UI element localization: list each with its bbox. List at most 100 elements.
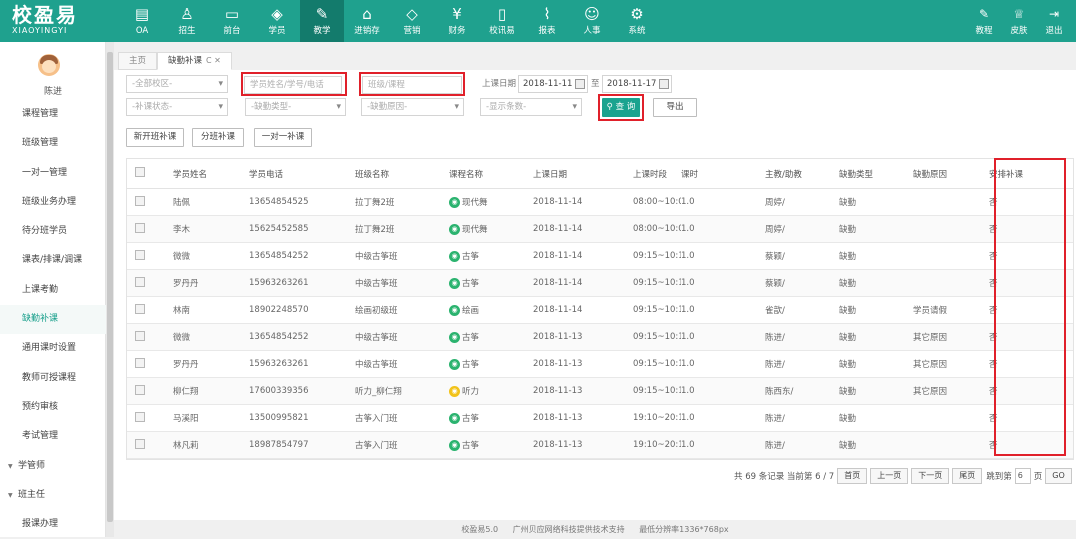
table-row[interactable]: 罗丹丹 15963263261 中级古筝班 ◉ 古筝 2018-11-14 09:15~10… xyxy=(127,270,1073,297)
last-page-button[interactable]: 尾页 xyxy=(952,468,983,484)
prev-page-button[interactable]: 上一页 xyxy=(870,468,909,484)
makeup-status-select[interactable]: -补课状态- xyxy=(126,98,228,116)
nav-item-8[interactable]: ▯ 校讯易 xyxy=(480,0,524,42)
tab-home[interactable]: 主页 xyxy=(118,52,158,70)
table-row[interactable]: 柳仁翔 17600339356 听力_柳仁翔 ◉ 听力 2018-11-13 09:15~1… xyxy=(127,378,1073,405)
row-checkbox[interactable] xyxy=(135,222,145,233)
row-checkbox[interactable] xyxy=(135,276,145,287)
avatar[interactable] xyxy=(38,54,60,76)
campus-select[interactable]: -全部校区- xyxy=(126,75,228,93)
column-header[interactable]: 缺勤原因 xyxy=(913,168,989,180)
brand-logo: 校盈易 XIAOYINGYI xyxy=(12,4,112,38)
row-checkbox[interactable] xyxy=(135,249,145,260)
nav-item-11[interactable]: ⚙ 系统 xyxy=(615,0,659,42)
nav-item-6[interactable]: ◇ 营销 xyxy=(390,0,434,42)
nav-item-2[interactable]: ▭ 前台 xyxy=(210,0,254,42)
sidebar-item-2[interactable]: 一对一管理 xyxy=(0,159,106,188)
split-class-makeup-button[interactable]: 分班补课 xyxy=(192,128,244,147)
nav-item-3[interactable]: ◈ 学员 xyxy=(255,0,299,42)
sidebar-item-3[interactable]: 班级业务办理 xyxy=(0,188,106,217)
nav-item-1[interactable]: ♙ 招生 xyxy=(165,0,209,42)
table-row[interactable]: 马溪阳 13500995821 古筝入门班 ◉ 古筝 2018-11-13 19:10~20… xyxy=(127,405,1073,432)
first-page-button[interactable]: 首页 xyxy=(837,468,868,484)
column-header[interactable]: 学员姓名 xyxy=(173,168,249,180)
row-checkbox[interactable] xyxy=(135,411,145,422)
utility-item-1[interactable]: ♕ 皮肤 xyxy=(1002,0,1036,42)
nav-item-5[interactable]: ⌂ 进销存 xyxy=(345,0,389,42)
next-page-button[interactable]: 下一页 xyxy=(911,468,950,484)
table-row[interactable]: 林南 18902248570 绘画初级班 ◉ 绘画 2018-11-14 09:15~10:… xyxy=(127,297,1073,324)
calendar-icon[interactable] xyxy=(575,79,585,89)
scrollbar-thumb[interactable] xyxy=(107,52,113,522)
sidebar-item-4[interactable]: 待分班学员 xyxy=(0,217,106,246)
date-to-input[interactable]: 2018-11-17 xyxy=(602,75,672,93)
absence-reason-select[interactable]: -缺勤原因- xyxy=(361,98,464,116)
cell-class: 拉丁舞2班 xyxy=(355,198,395,208)
select-all-checkbox[interactable] xyxy=(135,167,145,177)
sidebar-item-0[interactable]: 课程管理 xyxy=(0,100,106,129)
column-header[interactable]: 课程名称 xyxy=(449,168,533,180)
column-header[interactable]: 学员电话 xyxy=(249,168,355,180)
column-header[interactable]: 上课日期 xyxy=(533,168,633,180)
nav-label: 校讯易 xyxy=(489,25,515,36)
table-row[interactable]: 微微 13654854252 中级古筝班 ◉ 古筝 2018-11-14 09:15~10:… xyxy=(127,243,1073,270)
column-header[interactable]: 班级名称 xyxy=(355,168,449,180)
page-size-select[interactable]: -显示条数- xyxy=(480,98,582,116)
table-row[interactable]: 林凡莉 18987854797 古筝入门班 ◉ 古筝 2018-11-13 19:10~20… xyxy=(127,432,1073,459)
tab-absence-makeup[interactable]: 缺勤补课 C ✕ xyxy=(157,52,232,70)
sidebar-item-label: 课程管理 xyxy=(22,109,59,119)
row-checkbox[interactable] xyxy=(135,384,145,395)
table-row[interactable]: 微微 13654854252 中级古筝班 ◉ 古筝 2018-11-13 09:15~10:… xyxy=(127,324,1073,351)
student-search-input[interactable] xyxy=(244,76,342,94)
column-header[interactable]: 课时 xyxy=(681,168,765,180)
column-header[interactable]: 缺勤类型 xyxy=(839,168,913,180)
sidebar-item-5[interactable]: 课表/排课/调课 xyxy=(0,246,106,275)
utility-item-2[interactable]: ⇥ 退出 xyxy=(1037,0,1071,42)
page-jump-input[interactable]: 6 xyxy=(1014,468,1031,484)
table-row[interactable]: 李木 15625452585 拉丁舞2班 ◉ 现代舞 2018-11-14 08:00~10… xyxy=(127,216,1073,243)
table-row[interactable]: 罗丹丹 15963263261 中级古筝班 ◉ 古筝 2018-11-13 09:15~10… xyxy=(127,351,1073,378)
table-row[interactable]: 陆佩 13654854525 拉丁舞2班 ◉ 现代舞 2018-11-14 08:00~10… xyxy=(127,189,1073,216)
cell-phone: 13500995821 xyxy=(249,413,309,423)
go-button[interactable]: GO xyxy=(1045,468,1072,484)
class-search-input[interactable] xyxy=(362,76,462,94)
brand-name-en: XIAOYINGYI xyxy=(12,26,68,35)
sidebar-item-12[interactable]: ▼ 学管师 xyxy=(0,452,106,481)
cell-time: 09:15~10:15 xyxy=(633,332,681,342)
sidebar-item-10[interactable]: 预约审核 xyxy=(0,393,106,422)
row-checkbox[interactable] xyxy=(135,357,145,368)
sidebar-item-9[interactable]: 教师可授课程 xyxy=(0,364,106,393)
sidebar-item-14[interactable]: 报课办理 xyxy=(0,510,106,539)
row-checkbox[interactable] xyxy=(135,438,145,449)
utility-item-0[interactable]: ✎ 教程 xyxy=(967,0,1001,42)
sidebar-item-6[interactable]: 上课考勤 xyxy=(0,276,106,305)
calendar-icon[interactable] xyxy=(659,79,669,89)
sidebar-item-1[interactable]: 班级管理 xyxy=(0,129,106,158)
nav-item-4[interactable]: ✎ 教学 xyxy=(300,0,344,42)
search-button[interactable]: ⚲ 查 询 xyxy=(602,98,640,117)
nav-item-7[interactable]: ¥ 财务 xyxy=(435,0,479,42)
column-header[interactable]: 安排补课 xyxy=(989,168,1071,180)
column-header[interactable]: 上课时段 xyxy=(633,168,681,180)
row-checkbox[interactable] xyxy=(135,195,145,206)
date-from-input[interactable]: 2018-11-11 xyxy=(518,75,588,93)
mobile-icon: ▯ xyxy=(497,4,507,23)
nav-item-10[interactable]: ☺ 人事 xyxy=(570,0,614,42)
one-on-one-makeup-button[interactable]: 一对一补课 xyxy=(254,128,312,147)
close-icon[interactable]: C ✕ xyxy=(206,56,221,65)
column-header[interactable]: 主教/助教 xyxy=(765,168,839,180)
cell-class: 听力_柳仁翔 xyxy=(355,387,402,397)
cell-type: 缺勤 xyxy=(839,441,857,451)
sidebar-item-13[interactable]: ▼ 班主任 xyxy=(0,481,106,510)
nav-item-0[interactable]: ▤ OA xyxy=(120,0,164,42)
sidebar-scrollbar[interactable] xyxy=(106,42,114,537)
sidebar-item-8[interactable]: 通用课时设置 xyxy=(0,334,106,363)
row-checkbox[interactable] xyxy=(135,330,145,341)
sidebar-item-11[interactable]: 考试管理 xyxy=(0,422,106,451)
export-button[interactable]: 导出 xyxy=(653,98,697,117)
nav-item-9[interactable]: ⌇ 报表 xyxy=(525,0,569,42)
row-checkbox[interactable] xyxy=(135,303,145,314)
absence-type-select[interactable]: -缺勤类型- xyxy=(245,98,346,116)
new-class-makeup-button[interactable]: 新开班补课 xyxy=(126,128,184,147)
sidebar-item-7[interactable]: 缺勤补课 xyxy=(0,305,106,335)
